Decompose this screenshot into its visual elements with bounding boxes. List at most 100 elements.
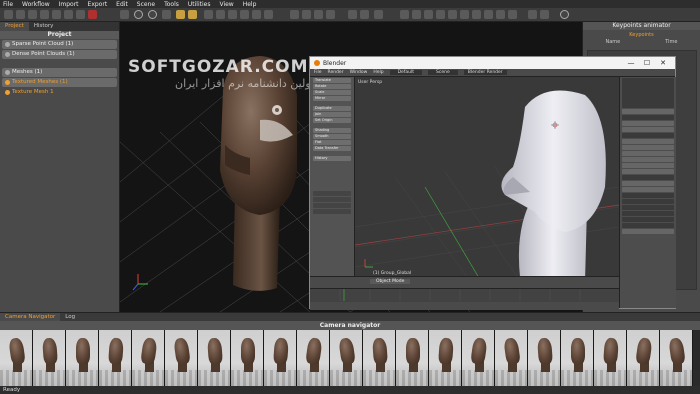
layout-select[interactable]: Default (389, 70, 423, 75)
blender-3d-view[interactable]: User Persp (1) Group_Global (355, 77, 619, 288)
textured-meshes-item[interactable]: Textured Meshes (1) (2, 78, 117, 87)
points-icon[interactable] (176, 10, 185, 19)
aspect-y[interactable] (622, 169, 674, 174)
camera-thumbnail[interactable] (297, 330, 330, 386)
camera-thumbnail[interactable] (594, 330, 627, 386)
camera-thumbnail[interactable] (165, 330, 198, 386)
resolution-x[interactable] (622, 145, 674, 150)
stop-icon[interactable] (88, 10, 97, 19)
aspect-x[interactable] (622, 163, 674, 168)
menu-file[interactable]: File (3, 1, 13, 8)
tool-icon-6[interactable] (264, 10, 273, 19)
camera-thumbnail[interactable] (99, 330, 132, 386)
redo-icon[interactable] (360, 10, 369, 19)
vr-icon[interactable] (560, 10, 569, 19)
camera-thumbnail[interactable] (462, 330, 495, 386)
menu-help[interactable]: Help (243, 1, 257, 8)
camera-thumbnail[interactable] (33, 330, 66, 386)
sampled-motion-blur-panel[interactable] (622, 193, 674, 198)
view-icon-2[interactable] (496, 10, 505, 19)
scene-select[interactable]: Scene (428, 70, 458, 75)
blender-menu-help[interactable]: Help (373, 70, 383, 75)
close-button[interactable]: ✕ (655, 59, 671, 67)
blender-menu-file[interactable]: File (314, 70, 322, 75)
smooth-button[interactable]: Smooth (313, 134, 351, 139)
texture-mesh-item[interactable]: Texture Mesh 1 (2, 88, 117, 97)
camera-thumbnail[interactable] (330, 330, 363, 386)
view-icon-3[interactable] (508, 10, 517, 19)
render-presets[interactable] (622, 139, 674, 144)
gcp-icon[interactable] (448, 10, 457, 19)
menu-import[interactable]: Import (59, 1, 79, 8)
meshes-item[interactable]: Meshes (1) (2, 68, 117, 77)
render-icon[interactable] (528, 10, 537, 19)
new-project-icon[interactable] (4, 10, 13, 19)
tool-icon-3[interactable] (228, 10, 237, 19)
camera-thumbnail[interactable] (627, 330, 660, 386)
rotate-icon[interactable] (148, 10, 157, 19)
camera-thumbnail[interactable] (363, 330, 396, 386)
tool-icon-2[interactable] (216, 10, 225, 19)
render-engine-select[interactable]: Blender Render (463, 70, 507, 75)
properties-tabs[interactable] (622, 109, 674, 114)
mode-select[interactable]: Object Mode (370, 279, 411, 284)
data-transfer-button[interactable]: Data Transfer (313, 146, 351, 151)
translate-vector-x[interactable] (313, 197, 351, 202)
resolution-percent[interactable] (622, 157, 674, 162)
sparse-point-cloud-item[interactable]: Sparse Point Cloud (1) (2, 40, 117, 49)
export-render-icon[interactable] (540, 10, 549, 19)
select-icon[interactable] (290, 10, 299, 19)
anti-aliasing-panel[interactable] (622, 175, 674, 180)
tool-icon-4[interactable] (240, 10, 249, 19)
export-icon[interactable] (52, 10, 61, 19)
translate-vector-y[interactable] (313, 203, 351, 208)
blender-timeline[interactable] (310, 288, 619, 310)
settings-icon[interactable] (64, 10, 73, 19)
render-button[interactable] (622, 121, 674, 126)
blender-menu-render[interactable]: Render (328, 70, 344, 75)
save-project-icon[interactable] (28, 10, 37, 19)
camera-thumbnail[interactable] (528, 330, 561, 386)
camera-thumbnail[interactable] (264, 330, 297, 386)
resolution-y[interactable] (622, 151, 674, 156)
select-box-icon[interactable] (302, 10, 311, 19)
translate-vector-z[interactable] (313, 209, 351, 214)
delete-icon[interactable] (374, 10, 383, 19)
menu-workflow[interactable]: Workflow (22, 1, 50, 8)
blender-menu-window[interactable]: Window (350, 70, 368, 75)
mesh-icon[interactable] (188, 10, 197, 19)
output-panel[interactable] (622, 223, 674, 228)
translate-button[interactable]: Translate (313, 78, 351, 83)
axis-icon[interactable] (162, 10, 171, 19)
camera-thumbnail[interactable] (66, 330, 99, 386)
camera-thumbnail[interactable] (495, 330, 528, 386)
flat-button[interactable]: Flat (313, 140, 351, 145)
maximize-button[interactable]: ☐ (639, 59, 655, 67)
camera-thumbnail[interactable] (561, 330, 594, 386)
minimize-button[interactable]: — (623, 59, 639, 67)
reference-icon[interactable] (472, 10, 481, 19)
dimensions-panel[interactable] (622, 133, 674, 138)
duplicate-button[interactable]: Duplicate (313, 106, 351, 111)
measure-icon[interactable] (436, 10, 445, 19)
menu-edit[interactable]: Edit (116, 1, 128, 8)
undo-icon[interactable] (348, 10, 357, 19)
translate-panel[interactable] (313, 191, 351, 196)
tool-icon-1[interactable] (204, 10, 213, 19)
camera-icon[interactable] (120, 10, 129, 19)
tab-camera-navigator[interactable]: Camera Navigator (0, 313, 61, 321)
render-panel[interactable] (622, 115, 674, 120)
animation-button[interactable] (622, 127, 674, 132)
invert-selection-icon[interactable] (326, 10, 335, 19)
clip-icon[interactable] (412, 10, 421, 19)
scale-button[interactable]: Scale (313, 90, 351, 95)
metadata-panel[interactable] (622, 217, 674, 222)
open-project-icon[interactable] (16, 10, 25, 19)
mirror-button[interactable]: Mirror (313, 96, 351, 101)
camera-thumbnail[interactable] (396, 330, 429, 386)
tab-project[interactable]: Project (0, 22, 29, 31)
tool-icon-5[interactable] (252, 10, 261, 19)
camera-thumbnail[interactable] (429, 330, 462, 386)
history-button[interactable]: History (313, 156, 351, 161)
import-icon[interactable] (40, 10, 49, 19)
